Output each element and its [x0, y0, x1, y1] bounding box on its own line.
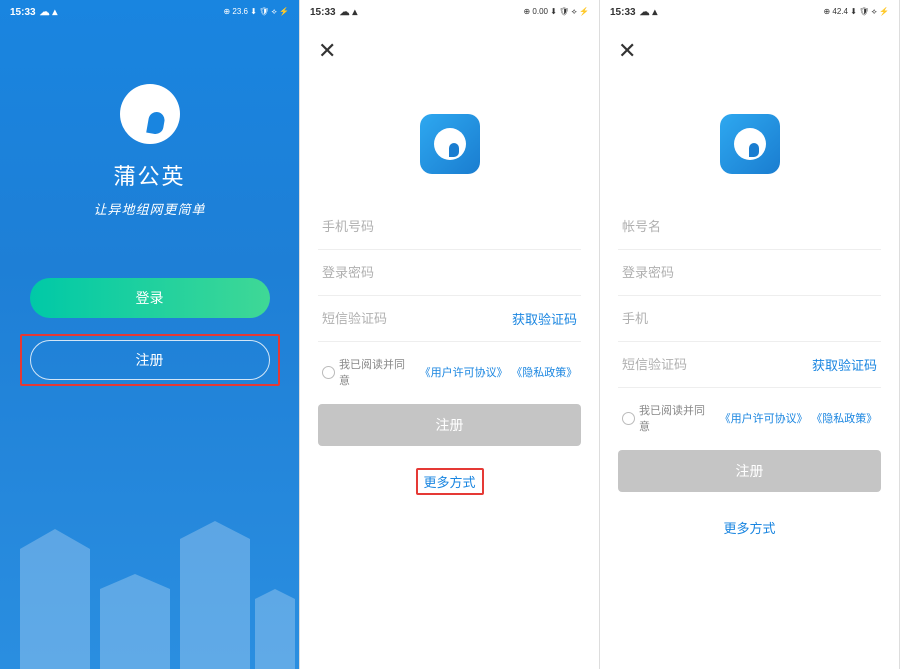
- status-icons-left: ☁ ▴: [40, 7, 58, 18]
- phone-input[interactable]: [322, 219, 577, 234]
- agreement-row: 我已阅读并同意 《用户许可协议》 《隐私政策》: [618, 388, 881, 450]
- status-icons-right: ⊕ 0.00 ⬇ 🛡 ⟡ ⚡: [524, 7, 590, 17]
- get-code-button[interactable]: 获取验证码: [512, 309, 577, 328]
- agree-radio[interactable]: [622, 412, 635, 425]
- phone-register-screen: 15:33 ☁ ▴ ⊕ 0.00 ⬇ 🛡 ⟡ ⚡ ✕ 获取验证码 我已阅读并同意…: [300, 0, 600, 669]
- status-icons-right: ⊕ 42.4 ⬇ 🛡 ⟡ ⚡: [824, 7, 890, 17]
- agree-radio[interactable]: [322, 366, 335, 379]
- more-methods-link[interactable]: 更多方式: [715, 514, 783, 541]
- privacy-policy-link[interactable]: 《隐私政策》: [811, 410, 877, 426]
- status-icons-left: ☁ ▴: [640, 7, 658, 18]
- status-time: 15:33: [310, 7, 336, 18]
- privacy-policy-link[interactable]: 《隐私政策》: [511, 364, 577, 380]
- sms-input[interactable]: [622, 357, 812, 372]
- status-icons-left: ☁ ▴: [340, 7, 358, 18]
- status-bar: 15:33 ☁ ▴ ⊕ 0.00 ⬇ 🛡 ⟡ ⚡: [300, 0, 599, 24]
- password-field-row: [318, 250, 581, 296]
- status-time: 15:33: [10, 7, 36, 18]
- agree-prefix: 我已阅读并同意: [339, 356, 416, 388]
- register-submit-button[interactable]: 注册: [618, 450, 881, 492]
- account-field-row: [618, 204, 881, 250]
- sms-input[interactable]: [322, 311, 512, 326]
- password-input[interactable]: [322, 265, 577, 280]
- get-code-button[interactable]: 获取验证码: [812, 355, 877, 374]
- status-bar: 15:33 ☁ ▴ ⊕ 23.6 ⬇ 🛡 ⟡ ⚡: [0, 0, 299, 24]
- agree-prefix: 我已阅读并同意: [639, 402, 716, 434]
- password-field-row: [618, 250, 881, 296]
- phone-field-row: [318, 204, 581, 250]
- close-icon[interactable]: ✕: [618, 40, 636, 62]
- account-input[interactable]: [622, 219, 877, 234]
- app-logo-icon: [120, 84, 180, 144]
- app-logo-icon: [720, 114, 780, 174]
- status-time: 15:33: [610, 7, 636, 18]
- sms-field-row: 获取验证码: [618, 342, 881, 388]
- sms-field-row: 获取验证码: [318, 296, 581, 342]
- agreement-row: 我已阅读并同意 《用户许可协议》 《隐私政策》: [318, 342, 581, 404]
- account-register-screen: 15:33 ☁ ▴ ⊕ 42.4 ⬇ 🛡 ⟡ ⚡ ✕ 获取验证码 我已阅读并同意…: [600, 0, 900, 669]
- phone-input[interactable]: [622, 311, 877, 326]
- app-logo-icon: [420, 114, 480, 174]
- status-icons-right: ⊕ 23.6 ⬇ 🛡 ⟡ ⚡: [224, 7, 290, 17]
- status-bar: 15:33 ☁ ▴ ⊕ 42.4 ⬇ 🛡 ⟡ ⚡: [600, 0, 899, 24]
- register-button[interactable]: 注册: [30, 340, 270, 380]
- user-agreement-link[interactable]: 《用户许可协议》: [420, 364, 508, 380]
- app-slogan: 让异地组网更简单: [93, 199, 205, 218]
- user-agreement-link[interactable]: 《用户许可协议》: [720, 410, 808, 426]
- city-illustration: [0, 449, 300, 669]
- register-submit-button[interactable]: 注册: [318, 404, 581, 446]
- password-input[interactable]: [622, 265, 877, 280]
- app-title: 蒲公英: [113, 159, 185, 191]
- login-button[interactable]: 登录: [30, 278, 270, 318]
- welcome-screen: 15:33 ☁ ▴ ⊕ 23.6 ⬇ 🛡 ⟡ ⚡ 蒲公英 让异地组网更简单 登录…: [0, 0, 300, 669]
- phone-field-row: [618, 296, 881, 342]
- close-icon[interactable]: ✕: [318, 40, 336, 62]
- more-methods-link[interactable]: 更多方式: [415, 468, 483, 495]
